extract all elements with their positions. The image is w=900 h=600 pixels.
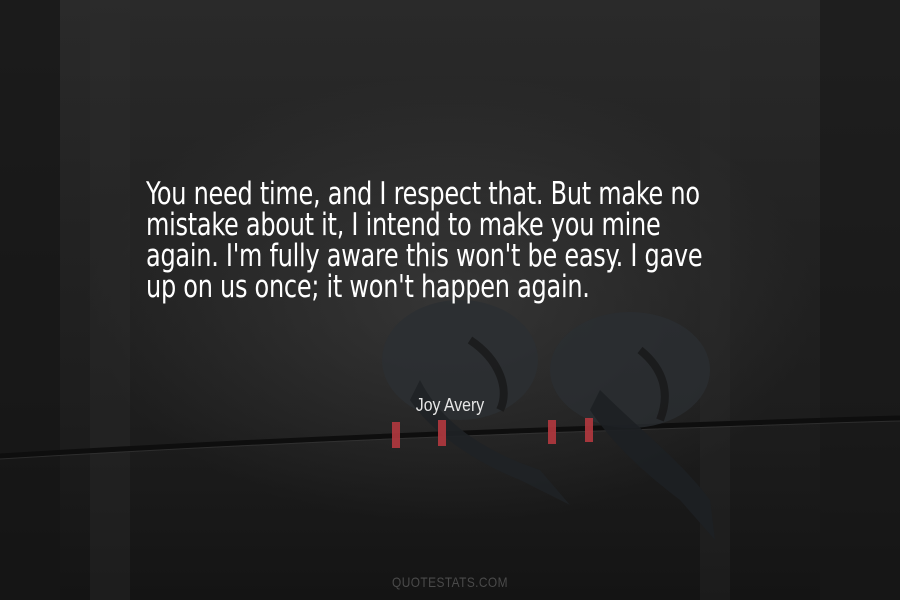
quote-text: You need time, and I respect that. But m… [146,176,703,310]
background-shadow-right [820,0,900,600]
quote-card: You need time, and I respect that. But m… [0,0,900,600]
watermark: QUOTESTATS.COM [392,574,508,590]
background-shadow-left [0,0,60,600]
background-pillar [90,0,130,600]
quote-author: Joy Avery [415,395,485,415]
